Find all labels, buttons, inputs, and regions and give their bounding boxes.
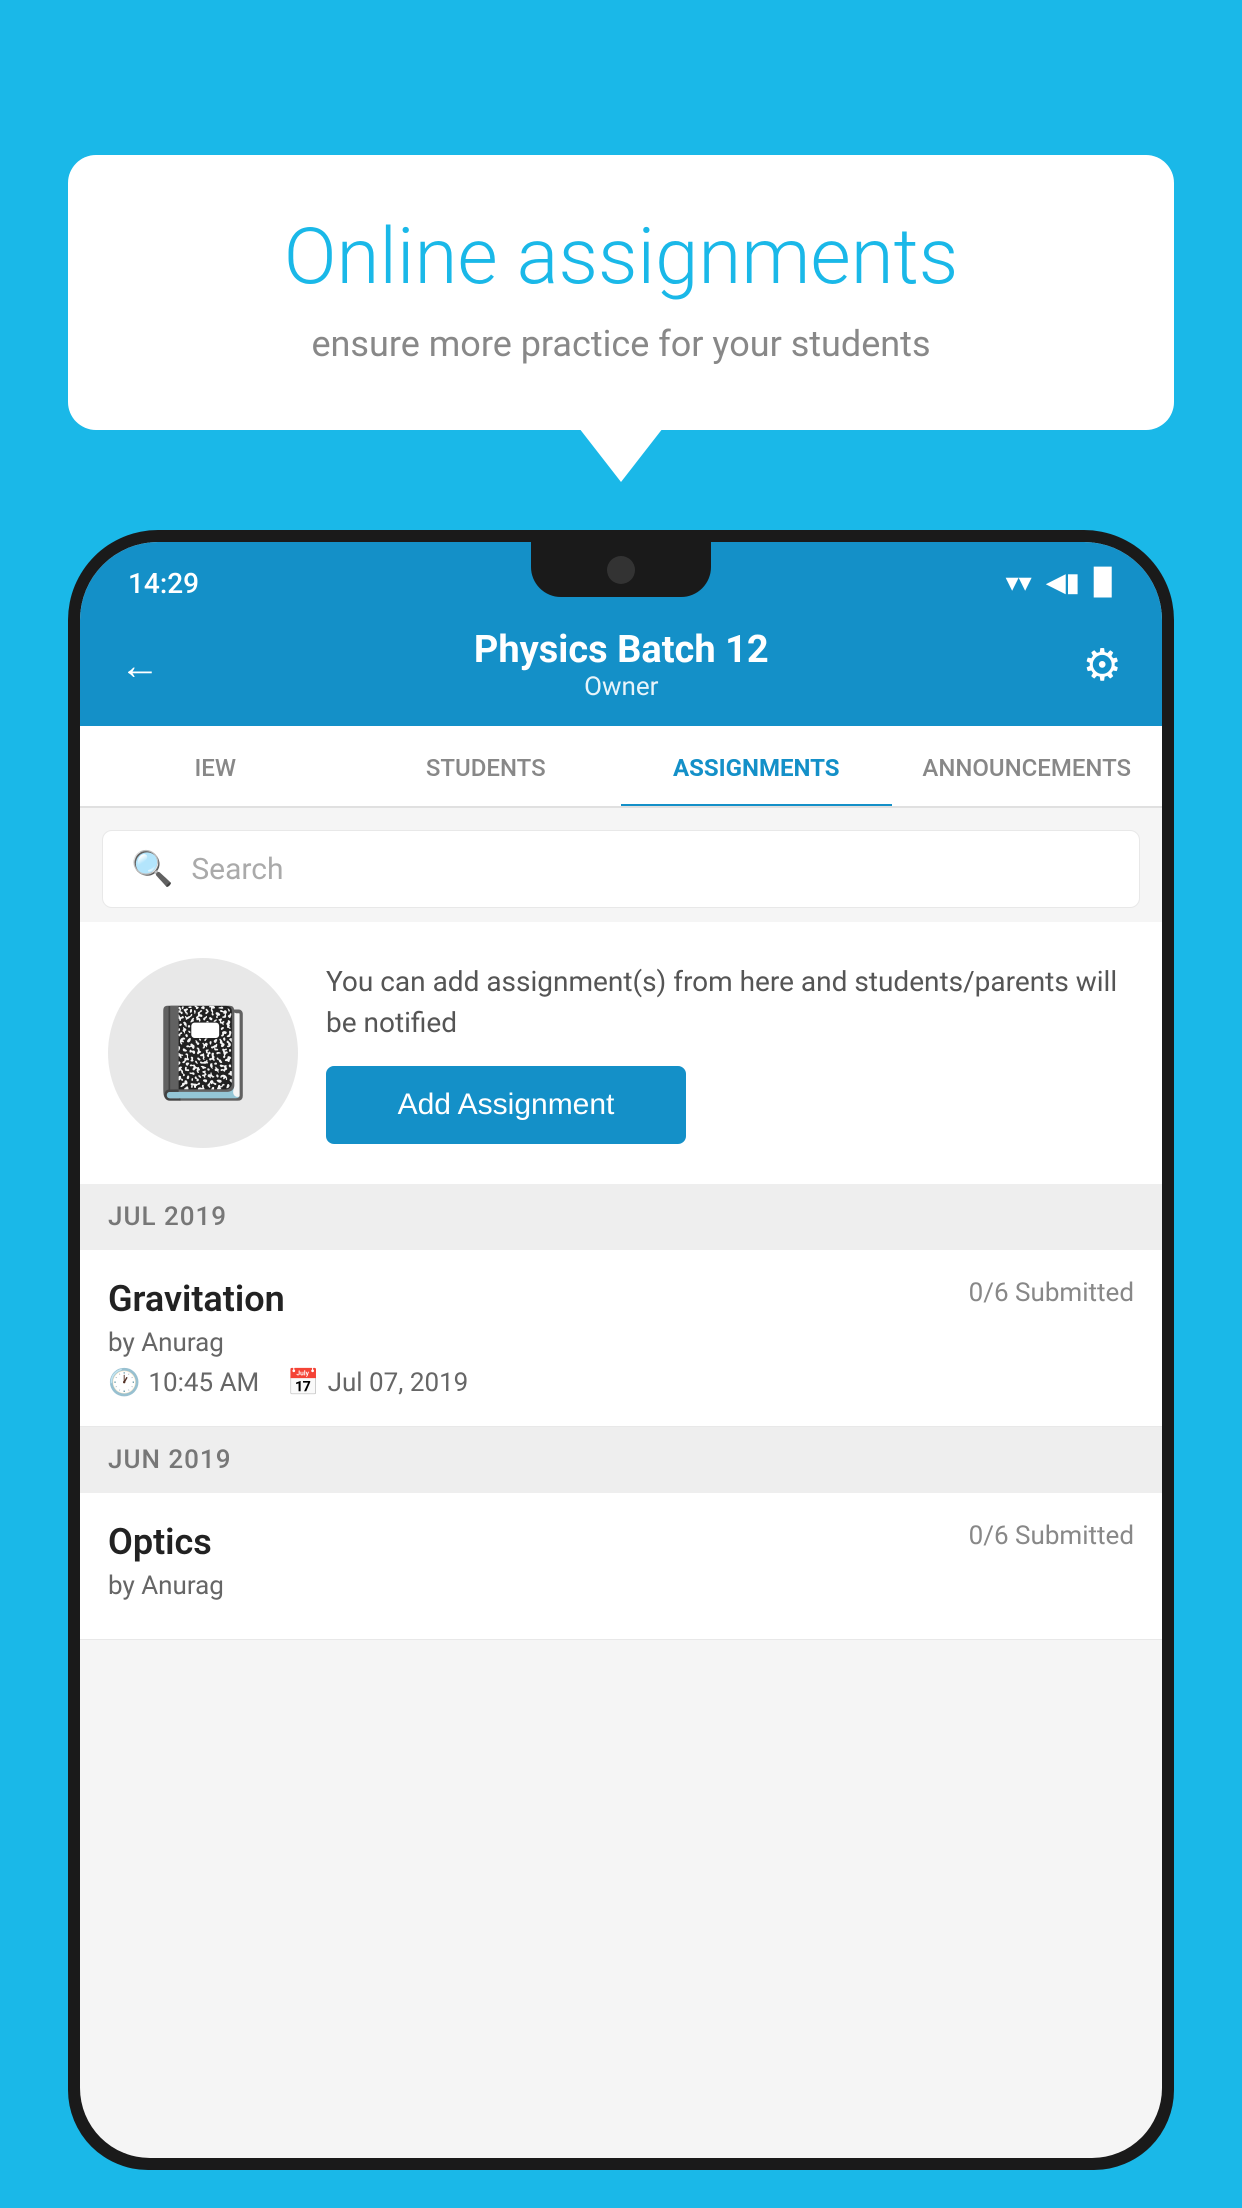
back-button[interactable]: ← [120, 642, 160, 689]
search-bar[interactable]: 🔍 Search [102, 830, 1140, 908]
add-assignment-button[interactable]: Add Assignment [326, 1066, 686, 1144]
assignment-by-optics: by Anurag [108, 1571, 1134, 1601]
phone-frame: 14:29 ▾▾ ◀▮ ▉ ← Physics Batch 12 Owner ⚙… [68, 530, 1174, 2208]
assignment-item-gravitation[interactable]: Gravitation 0/6 Submitted by Anurag 🕐 10… [80, 1250, 1162, 1427]
assignment-title-gravitation: Gravitation [108, 1278, 285, 1320]
meta-date: 📅 Jul 07, 2019 [287, 1368, 468, 1398]
tabs-bar: IEW STUDENTS ASSIGNMENTS ANNOUNCEMENTS [80, 726, 1162, 808]
assignment-header-optics: Optics 0/6 Submitted [108, 1521, 1134, 1563]
assignment-title-optics: Optics [108, 1521, 212, 1563]
app-header: ← Physics Batch 12 Owner ⚙ [80, 610, 1162, 726]
month-separator-jun: JUN 2019 [80, 1427, 1162, 1493]
month-separator-jul: JUL 2019 [80, 1184, 1162, 1250]
assignment-header: Gravitation 0/6 Submitted [108, 1278, 1134, 1320]
promo-section: 📓 You can add assignment(s) from here an… [80, 922, 1162, 1184]
clock-icon: 🕐 [108, 1368, 140, 1398]
assignment-submitted-gravitation: 0/6 Submitted [969, 1278, 1134, 1308]
assignment-date: Jul 07, 2019 [328, 1368, 469, 1398]
bubble-title: Online assignments [138, 215, 1104, 301]
header-title: Physics Batch 12 [474, 628, 769, 672]
phone-screen: 14:29 ▾▾ ◀▮ ▉ ← Physics Batch 12 Owner ⚙… [80, 542, 1162, 2158]
assignment-time: 10:45 AM [148, 1368, 259, 1398]
tab-iew[interactable]: IEW [80, 726, 351, 806]
bubble-subtitle: ensure more practice for your students [138, 323, 1104, 365]
phone-outer: 14:29 ▾▾ ◀▮ ▉ ← Physics Batch 12 Owner ⚙… [68, 530, 1174, 2170]
speech-bubble-container: Online assignments ensure more practice … [68, 155, 1174, 430]
assignment-submitted-optics: 0/6 Submitted [969, 1521, 1134, 1551]
battery-icon: ▉ [1094, 568, 1114, 598]
header-subtitle: Owner [474, 672, 769, 702]
tab-announcements[interactable]: ANNOUNCEMENTS [892, 726, 1163, 806]
meta-time: 🕐 10:45 AM [108, 1368, 259, 1398]
assignment-item-optics[interactable]: Optics 0/6 Submitted by Anurag [80, 1493, 1162, 1640]
promo-icon-circle: 📓 [108, 958, 298, 1148]
speech-bubble: Online assignments ensure more practice … [68, 155, 1174, 430]
tab-assignments[interactable]: ASSIGNMENTS [621, 726, 892, 808]
assignment-meta-gravitation: 🕐 10:45 AM 📅 Jul 07, 2019 [108, 1368, 1134, 1398]
header-center: Physics Batch 12 Owner [474, 628, 769, 702]
phone-camera [607, 556, 635, 584]
tab-students[interactable]: STUDENTS [351, 726, 622, 806]
calendar-icon: 📅 [287, 1368, 319, 1398]
phone-notch [531, 542, 711, 597]
search-placeholder: Search [191, 852, 283, 887]
gear-icon[interactable]: ⚙ [1083, 639, 1122, 691]
status-icons: ▾▾ ◀▮ ▉ [1006, 568, 1114, 598]
promo-description: You can add assignment(s) from here and … [326, 962, 1134, 1043]
wifi-icon: ▾▾ [1006, 568, 1032, 598]
notebook-icon: 📓 [147, 1001, 259, 1106]
assignment-by-gravitation: by Anurag [108, 1328, 1134, 1358]
signal-icon: ◀▮ [1046, 568, 1080, 598]
status-time: 14:29 [128, 567, 199, 600]
search-icon: 🔍 [131, 849, 173, 889]
promo-text: You can add assignment(s) from here and … [326, 962, 1134, 1143]
